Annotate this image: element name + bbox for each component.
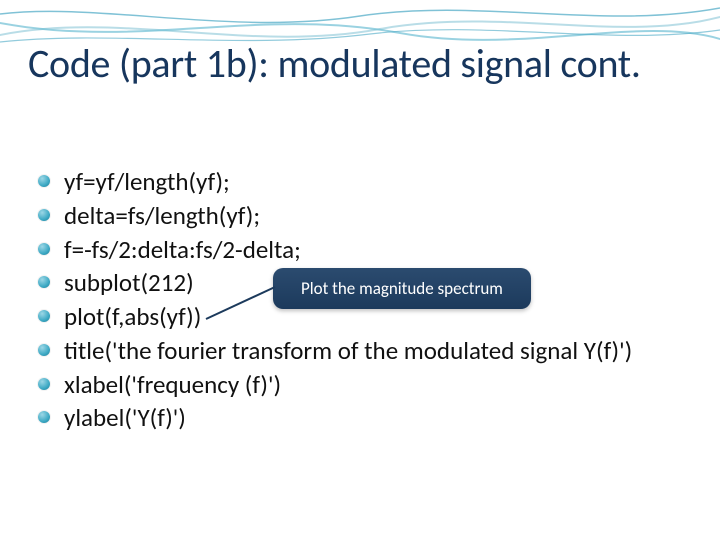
list-item: f=-fs/2:delta:fs/2-delta;	[38, 233, 700, 267]
bullet-icon	[38, 344, 50, 356]
list-item: ylabel('Y(f)')	[38, 401, 700, 435]
slide-title: Code (part 1b): modulated signal cont.	[28, 42, 692, 86]
list-item: title('the fourier transform of the modu…	[38, 334, 700, 368]
list-item-text: yf=yf/length(yf);	[64, 166, 230, 197]
bullet-icon	[38, 175, 50, 187]
list-item: yf=yf/length(yf);	[38, 165, 700, 199]
list-item-text: plot(f,abs(yf))	[64, 301, 201, 332]
bullet-icon	[38, 411, 50, 423]
bullet-icon	[38, 209, 50, 221]
list-item-text: f=-fs/2:delta:fs/2-delta;	[64, 234, 301, 265]
list-item-text: delta=fs/length(yf);	[64, 200, 260, 231]
callout-box: Plot the magnitude spectrum	[273, 268, 531, 309]
slide: Code (part 1b): modulated signal cont. y…	[0, 0, 720, 540]
list-item-text: subplot(212)	[64, 267, 194, 298]
bullet-icon	[38, 378, 50, 390]
list-item-text: xlabel('frequency (f)')	[64, 369, 281, 400]
list-item-text: ylabel('Y(f)')	[64, 402, 186, 433]
bullet-icon	[38, 310, 50, 322]
bullet-icon	[38, 276, 50, 288]
list-item-text: title('the fourier transform of the modu…	[64, 335, 632, 366]
list-item: xlabel('frequency (f)')	[38, 368, 700, 402]
list-item: delta=fs/length(yf);	[38, 199, 700, 233]
bullet-icon	[38, 243, 50, 255]
